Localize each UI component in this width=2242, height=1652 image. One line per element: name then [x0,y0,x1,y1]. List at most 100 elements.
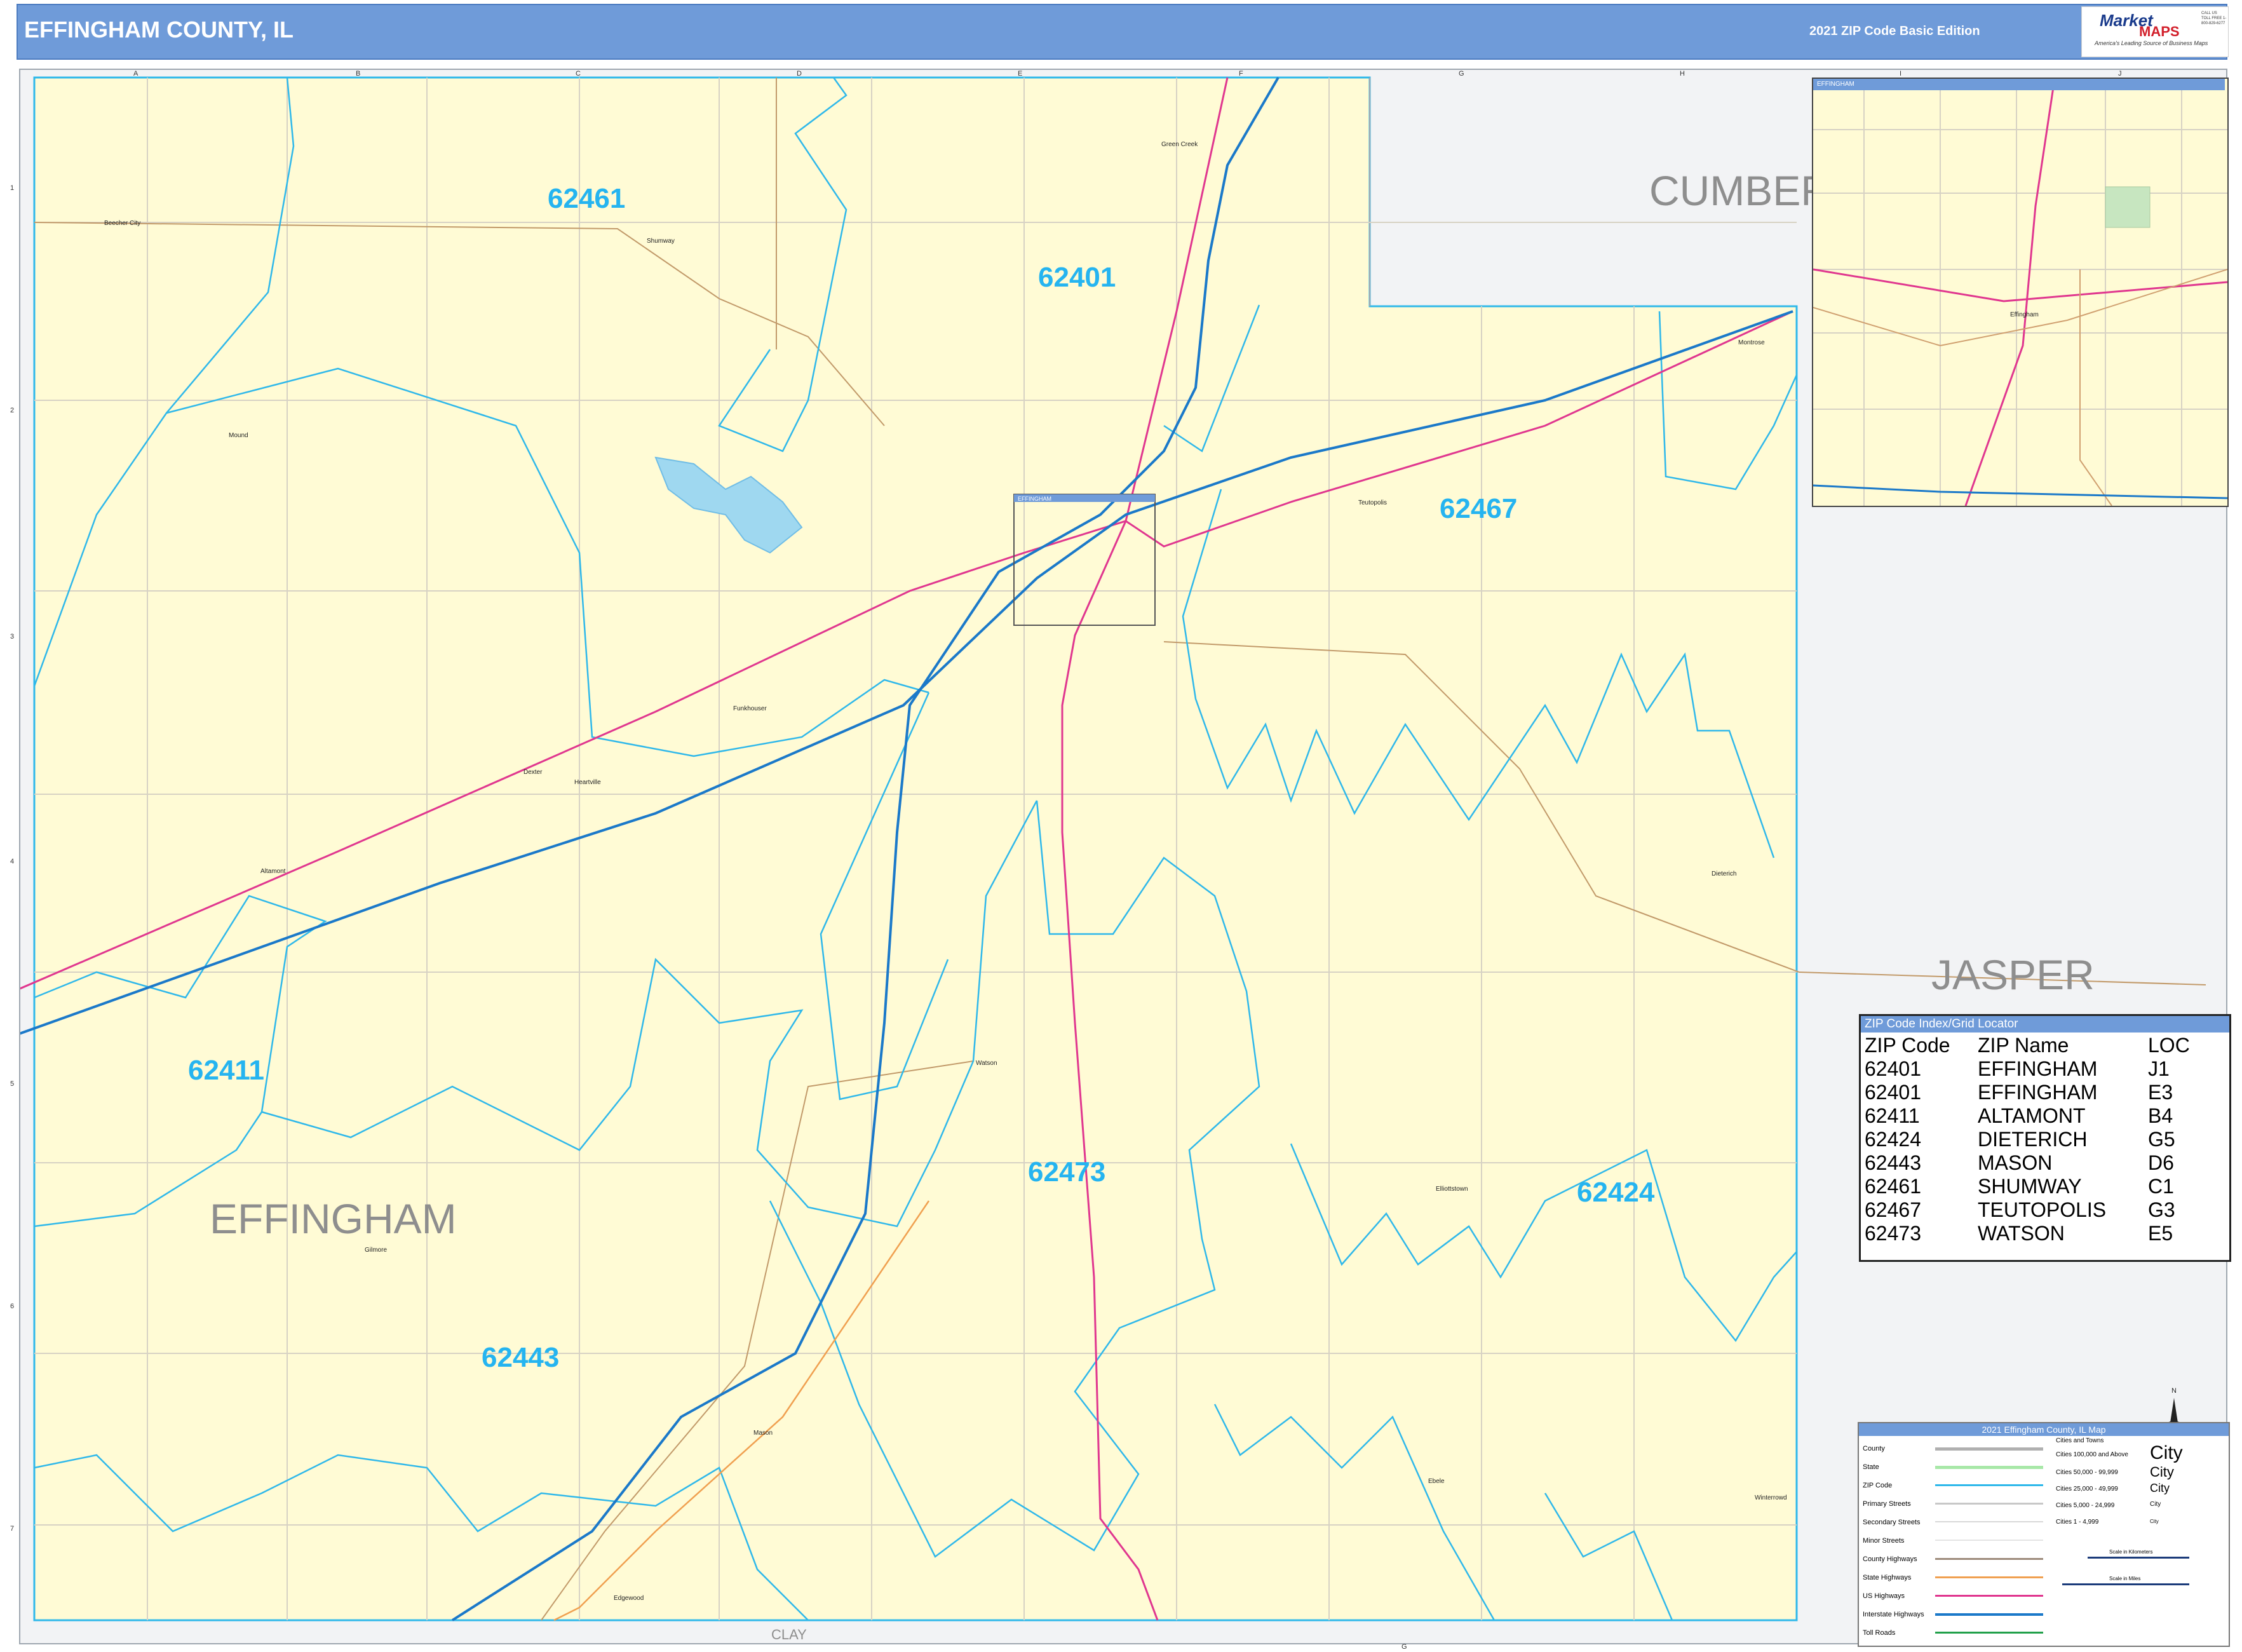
zip-label-62401[interactable]: 62401 [1038,262,1116,294]
zip-label-62424[interactable]: 62424 [1577,1177,1654,1209]
table-row[interactable]: 62443 MASON D6 [1862,1151,2192,1175]
table-row[interactable]: 62424 DIETERICH G5 [1862,1128,2192,1151]
legend-us-highway-swatch [1935,1595,2043,1597]
town-shumway[interactable]: Shumway [647,238,675,245]
grid-col-c: C [576,70,581,78]
legend-county: County [1863,1445,1885,1452]
zip-cell: 62401 [1865,1081,1921,1104]
legend-title: 2021 Effingham County, IL Map [1859,1423,2229,1436]
zip-label-62473[interactable]: 62473 [1028,1156,1105,1188]
legend-minor-swatch [1935,1540,2043,1541]
table-row[interactable]: 62467 TEUTOPOLIS G3 [1862,1198,2192,1222]
grid-col-e: E [1018,70,1023,78]
legend-cities-header: Cities and Towns [2056,1437,2104,1444]
town-green-creek[interactable]: Green Creek [1161,141,1198,148]
zip-label-62411[interactable]: 62411 [188,1055,264,1087]
legend-us-highways: US Highways [1863,1592,1905,1600]
legend-city-tier-1: Cities 100,000 and Above [2056,1451,2128,1458]
grid-col-d: D [797,70,802,78]
effingham-inset-map[interactable]: Effingham [1812,78,2229,507]
loc-cell: C1 [2148,1175,2174,1198]
county-label-clay: CLAY [771,1627,807,1642]
town-funkhouser[interactable]: Funkhouser [733,705,767,712]
town-gilmore[interactable]: Gilmore [365,1247,387,1254]
town-mason[interactable]: Mason [753,1430,773,1437]
zip-name-cell: TEUTOPOLIS [1978,1198,2107,1221]
zip-cell: 62461 [1865,1175,1921,1198]
legend-city-sample-4: City [2150,1501,2161,1508]
town-altamont[interactable]: Altamont [260,868,285,875]
zip-cell: 62443 [1865,1151,1921,1174]
zip-name-cell: WATSON [1978,1222,2065,1245]
inset-park [2105,186,2151,228]
legend-state: State [1863,1463,1879,1471]
zip-index-col-name: ZIP Name [1978,1034,2069,1057]
legend-toll-swatch [1935,1632,2043,1634]
legend-state-highways: State Highways [1863,1574,1912,1581]
county-label-effingham: EFFINGHAM [210,1195,457,1242]
town-winterrowd[interactable]: Winterrowd [1755,1494,1787,1501]
town-dieterich[interactable]: Dieterich [1712,870,1736,877]
map-title: EFFINGHAM COUNTY, IL [24,17,294,43]
town-mound[interactable]: Mound [229,432,248,439]
legend-scale-mi: Scale in Miles [2109,1576,2141,1581]
town-watson[interactable]: Watson [976,1060,997,1067]
zip-index-header-row: ZIP Code ZIP Name LOC [1862,1034,2192,1057]
town-edgewood[interactable]: Edgewood [614,1595,644,1602]
legend-interstate-highways: Interstate Highways [1863,1611,1924,1618]
map-legend: 2021 Effingham County, IL Map County Sta… [1858,1422,2230,1647]
table-row[interactable]: 62411 ALTAMONT B4 [1862,1104,2192,1128]
table-row[interactable]: 62401 EFFINGHAM J1 [1862,1057,2192,1081]
inset-title: EFFINGHAM [1813,79,2225,90]
town-ebele[interactable]: Ebele [1428,1478,1445,1485]
zip-index-col-loc: LOC [2148,1034,2190,1057]
town-dexter[interactable]: Dexter [523,769,542,776]
legend-primary-streets: Primary Streets [1863,1500,1911,1508]
legend-minor-streets: Minor Streets [1863,1537,1905,1545]
legend-scale-km: Scale in Kilometers [2109,1549,2153,1555]
table-row[interactable]: 62473 WATSON E5 [1862,1222,2192,1245]
legend-city-sample-3: City [2150,1482,2170,1494]
grid-col-j: J [2118,70,2122,78]
zip-code-index: ZIP Code Index/Grid Locator ZIP Code ZIP… [1859,1014,2231,1262]
legend-city-sample-5: City [2150,1519,2159,1524]
legend-city-sample-1: City [2150,1442,2183,1463]
zip-name-cell: EFFINGHAM [1978,1081,2098,1104]
zip-label-62443[interactable]: 62443 [482,1342,559,1374]
zip-cell: 62401 [1865,1057,1921,1080]
legend-city-tier-5: Cities 1 - 4,999 [2056,1519,2099,1526]
town-beecher-city[interactable]: Beecher City [104,220,140,227]
market-maps-logo[interactable]: Market MAPS America's Leading Source of … [2081,6,2229,57]
legend-county-highways: County Highways [1863,1555,1917,1563]
grid-row-4: 4 [10,858,15,865]
zip-name-cell: EFFINGHAM [1978,1057,2098,1080]
compass-n: N [2171,1387,2177,1395]
county-label-jasper: JASPER [1931,951,2095,998]
table-row[interactable]: 62461 SHUMWAY C1 [1862,1175,2192,1198]
town-elliottstown[interactable]: Elliottstown [1436,1186,1468,1193]
header-bar: EFFINGHAM COUNTY, IL 2021 ZIP Code Basic… [17,4,2229,60]
legend-secondary-streets: Secondary Streets [1863,1519,1921,1526]
loc-cell: E3 [2148,1081,2173,1104]
zip-label-62467[interactable]: 62467 [1440,493,1517,525]
town-montrose[interactable]: Montrose [1738,339,1765,346]
legend-city-tier-2: Cities 50,000 - 99,999 [2056,1469,2118,1476]
town-heartville[interactable]: Heartville [574,779,601,786]
logo-contact: CALL US TOLL FREE 1-800-829-6277 [2201,11,2227,25]
zip-label-62461[interactable]: 62461 [548,183,625,215]
grid-col-g: G [1459,70,1464,78]
inset-effingham-label: Effingham [2010,311,2039,318]
edition-label: 2021 ZIP Code Basic Edition [1809,24,1980,38]
legend-zip-swatch [1935,1484,2043,1486]
table-row[interactable]: 62401 EFFINGHAM E3 [1862,1081,2192,1104]
legend-city-tier-4: Cities 5,000 - 24,999 [2056,1502,2115,1509]
loc-cell: G3 [2148,1198,2175,1221]
legend-primary-swatch [1935,1503,2043,1505]
zip-cell: 62467 [1865,1198,1921,1221]
legend-city-sample-2: City [2150,1464,2174,1480]
zip-cell: 62411 [1865,1104,1920,1127]
town-teutopolis[interactable]: Teutopolis [1358,499,1387,506]
legend-county-highway-swatch [1935,1558,2043,1560]
zip-cell: 62473 [1865,1222,1921,1245]
legend-city-tier-3: Cities 25,000 - 49,999 [2056,1486,2118,1493]
